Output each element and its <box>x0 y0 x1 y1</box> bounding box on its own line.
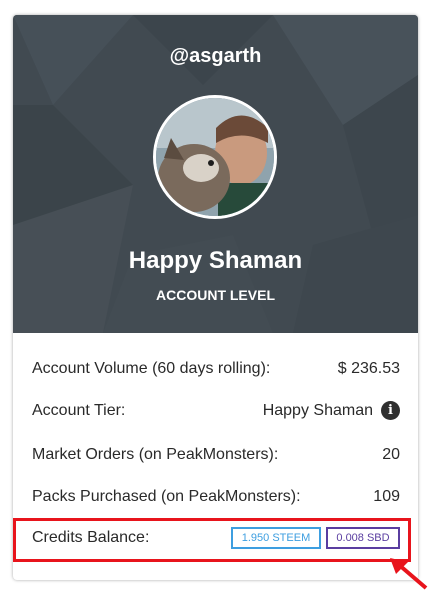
tier-value: Happy Shaman <box>262 402 373 419</box>
account-level-label: ACCOUNT LEVEL <box>156 287 275 303</box>
credits-highlight-box <box>13 518 411 562</box>
avatar-photo <box>156 98 274 216</box>
volume-value: $ 236.53 <box>337 360 400 377</box>
volume-label: Account Volume (60 days rolling): <box>32 360 271 377</box>
stat-row-tier: Account Tier: Happy Shaman i <box>32 400 400 424</box>
packs-value: 109 <box>373 488 400 505</box>
stat-row-volume: Account Volume (60 days rolling): $ 236.… <box>32 358 400 382</box>
market-orders-label: Market Orders (on PeakMonsters): <box>32 446 279 463</box>
account-name: Happy Shaman <box>128 247 303 274</box>
tier-label: Account Tier: <box>32 402 126 419</box>
packs-label: Packs Purchased (on PeakMonsters): <box>32 488 301 505</box>
stat-row-packs: Packs Purchased (on PeakMonsters): 109 <box>32 486 400 510</box>
info-icon[interactable]: i <box>381 401 400 420</box>
profile-header: @asgarth Happy Shaman ACCOUNT LEVEL <box>13 15 418 333</box>
arrow-pointer-icon <box>390 558 428 590</box>
account-card: @asgarth Happy Shaman ACCOUNT LEVEL Acco… <box>13 15 418 580</box>
avatar[interactable] <box>153 95 277 219</box>
username: @asgarth <box>169 45 262 67</box>
market-orders-value: 20 <box>382 446 400 463</box>
stat-row-market-orders: Market Orders (on PeakMonsters): 20 <box>32 444 400 468</box>
